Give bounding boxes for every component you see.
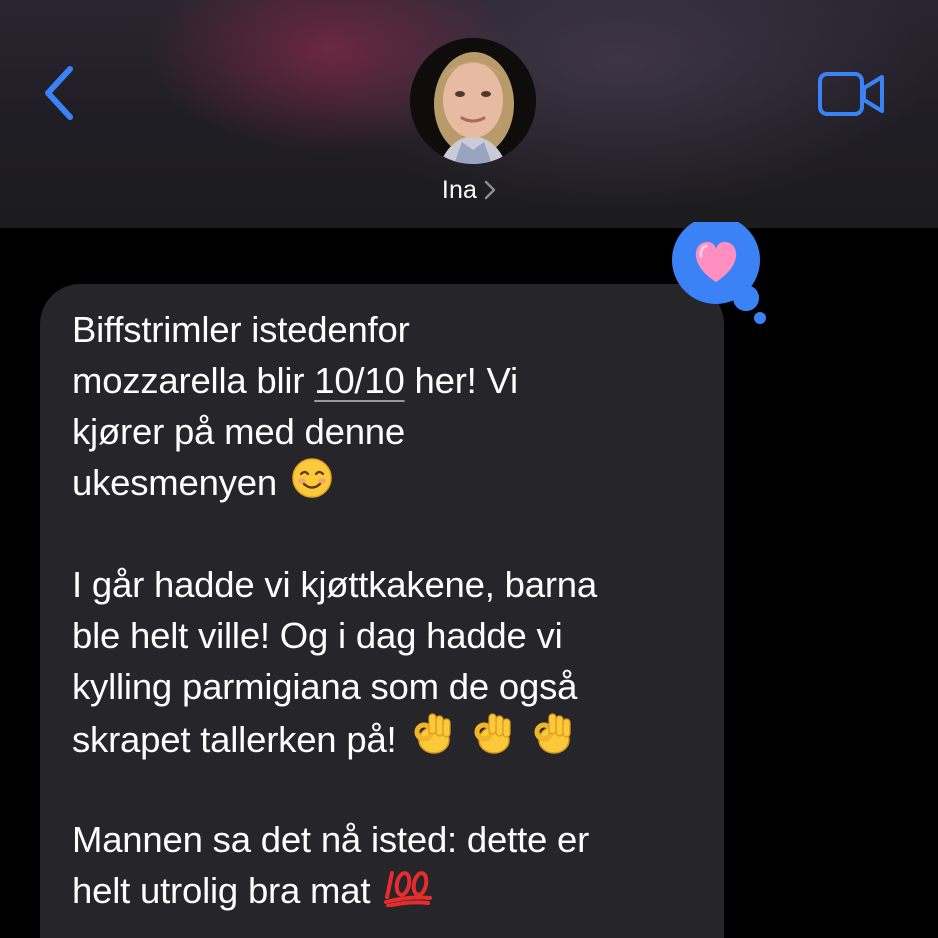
contact-photo — [410, 38, 536, 164]
message-text: Biffstrimler istedenfor mozzarella blir … — [72, 304, 712, 916]
message-line: Mannen sa det nå isted: dette er — [72, 819, 590, 860]
message-line: skrapet tallerken på! — [72, 712, 712, 763]
message-line: mozzarella blir 10/10 her! Vi — [72, 355, 712, 406]
message-text-span: helt utrolig bra mat — [72, 870, 371, 911]
avatar[interactable] — [410, 38, 536, 164]
chevron-right-icon — [484, 180, 496, 200]
message-text-span: skrapet tallerken på! — [72, 719, 397, 760]
video-call-button[interactable] — [808, 62, 896, 126]
data-detector-link[interactable]: 10/10 — [314, 360, 405, 401]
ok-hand-icon — [410, 712, 456, 769]
message-line: I går hadde vi kjøttkakene, barna — [72, 564, 597, 605]
messages-screen: Ina Biffstrimler istedenfor mozzarella b… — [0, 0, 938, 938]
line-break — [72, 508, 712, 559]
line-break — [72, 763, 712, 814]
back-button[interactable] — [30, 58, 90, 128]
message-text-span: mozzarella blir — [72, 360, 315, 401]
message-line: ukesmenyen — [72, 457, 712, 508]
message-line: helt utrolig bra mat — [72, 865, 712, 916]
ok-hand-icon — [470, 712, 516, 769]
chevron-left-icon — [45, 66, 73, 120]
hundred-points-icon — [384, 867, 434, 920]
contact-name-button[interactable]: Ina — [0, 170, 938, 210]
video-camera-icon — [818, 72, 884, 116]
smiling-face-icon — [291, 457, 333, 512]
message-line: kjører på med denne — [72, 411, 405, 452]
message-text-span: her! Vi — [404, 360, 519, 401]
contact-name: Ina — [441, 175, 478, 204]
message-text-span: ukesmenyen — [72, 462, 277, 503]
ok-hand-icon — [530, 712, 576, 769]
tapback-reaction[interactable] — [670, 216, 770, 326]
conversation-header: Ina — [0, 0, 938, 228]
message-line: ble helt ville! Og i dag hadde vi — [72, 615, 563, 656]
heart-icon — [672, 216, 766, 324]
message-line: Biffstrimler istedenfor — [72, 309, 410, 350]
message-line: kylling parmigiana som de også — [72, 666, 578, 707]
